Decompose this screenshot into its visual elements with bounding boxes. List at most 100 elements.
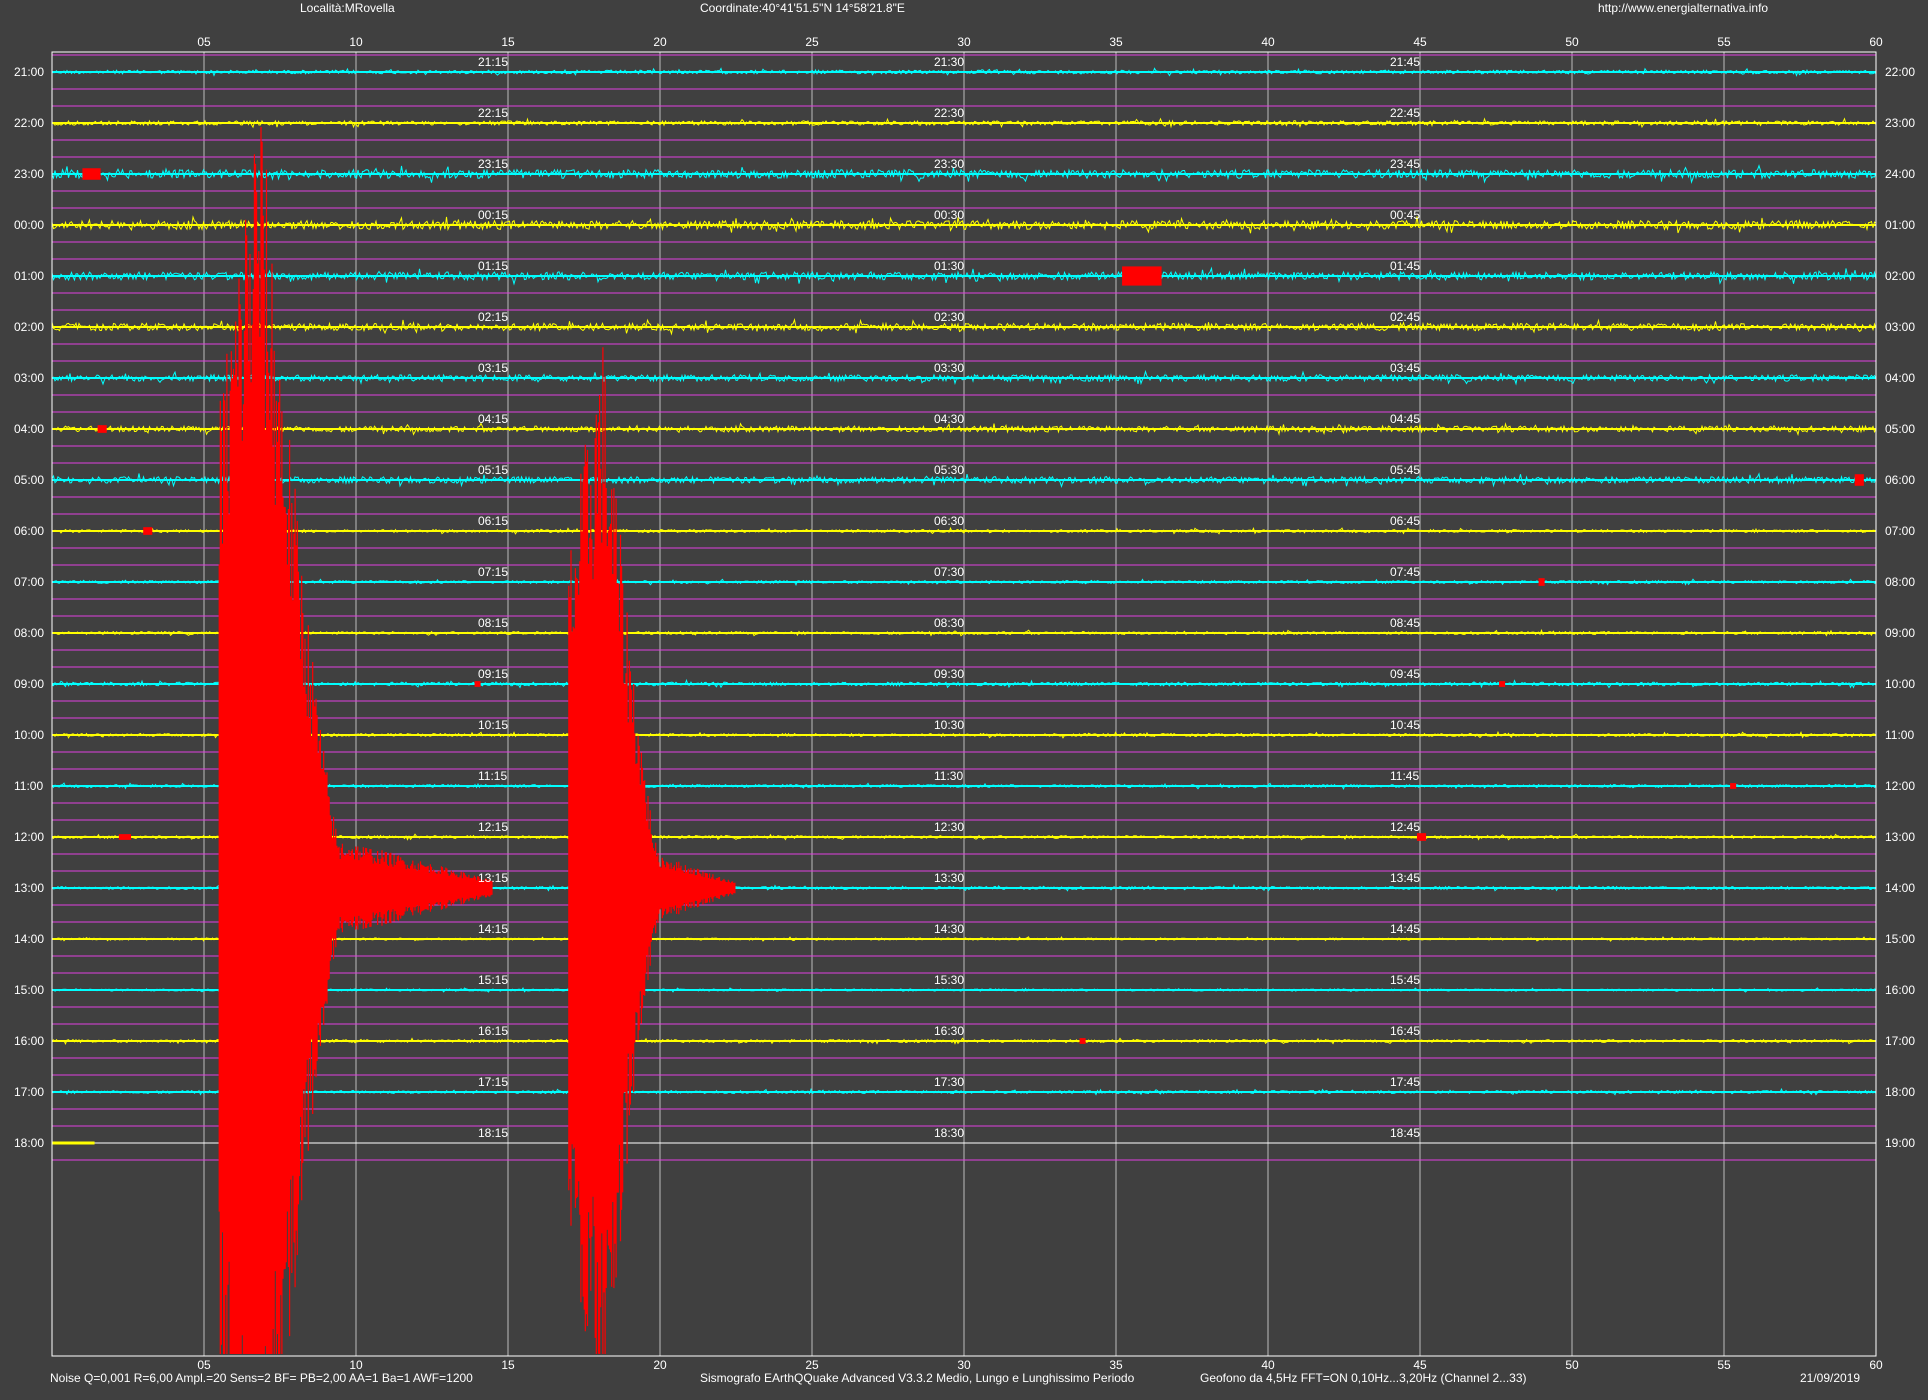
row-label-left: 22:00 — [14, 116, 44, 130]
row-label-left: 05:00 — [14, 473, 44, 487]
quarter-label: 04:30 — [934, 412, 964, 426]
row-label-right: 17:00 — [1885, 1034, 1915, 1048]
row-label-right: 07:00 — [1885, 524, 1915, 538]
quarter-label: 10:15 — [478, 718, 508, 732]
quarter-label: 03:15 — [478, 361, 508, 375]
row-label-left: 06:00 — [14, 524, 44, 538]
row-label-left: 21:00 — [14, 65, 44, 79]
x-tick-label-bottom: 50 — [1565, 1358, 1579, 1372]
row-label-right: 13:00 — [1885, 830, 1915, 844]
quarter-label: 06:30 — [934, 514, 964, 528]
quarter-label: 14:30 — [934, 922, 964, 936]
event-spike — [1854, 474, 1864, 486]
quarter-label: 18:45 — [1390, 1126, 1420, 1140]
header-website: http://www.energialternativa.info — [1598, 1, 1768, 15]
header-locality: Località:MRovella — [300, 1, 395, 15]
quarter-label: 12:30 — [934, 820, 964, 834]
row-label-left: 00:00 — [14, 218, 44, 232]
x-tick-label-bottom: 55 — [1717, 1358, 1731, 1372]
x-tick-label-top: 30 — [957, 35, 971, 49]
quarter-label: 13:45 — [1390, 871, 1420, 885]
quarter-label: 05:30 — [934, 463, 964, 477]
quarter-label: 08:30 — [934, 616, 964, 630]
quarter-label: 15:15 — [478, 973, 508, 987]
quarter-label: 22:30 — [934, 106, 964, 120]
x-tick-label-top: 15 — [501, 35, 515, 49]
row-label-left: 02:00 — [14, 320, 44, 334]
quarter-label: 09:30 — [934, 667, 964, 681]
quarter-label: 02:45 — [1390, 310, 1420, 324]
row-label-right: 08:00 — [1885, 575, 1915, 589]
x-tick-label-top: 10 — [349, 35, 363, 49]
quarter-label: 06:15 — [478, 514, 508, 528]
row-label-left: 14:00 — [14, 932, 44, 946]
row-label-right: 10:00 — [1885, 677, 1915, 691]
row-label-left: 08:00 — [14, 626, 44, 640]
quarter-label: 21:15 — [478, 55, 508, 69]
quarter-label: 11:15 — [478, 769, 507, 783]
quarter-label: 14:45 — [1390, 922, 1420, 936]
event-spike — [1538, 578, 1545, 586]
quarter-label: 05:45 — [1390, 463, 1420, 477]
quarter-label: 00:15 — [478, 208, 508, 222]
quarter-label: 18:15 — [478, 1126, 508, 1140]
quarter-label: 00:45 — [1390, 208, 1420, 222]
row-label-left: 13:00 — [14, 881, 44, 895]
event-spike — [118, 834, 132, 840]
x-tick-label-bottom: 45 — [1413, 1358, 1427, 1372]
row-label-right: 06:00 — [1885, 473, 1915, 487]
footer-date: 21/09/2019 — [1800, 1371, 1860, 1385]
x-tick-label-bottom: 30 — [957, 1358, 971, 1372]
x-tick-label-bottom: 25 — [805, 1358, 819, 1372]
row-label-right: 15:00 — [1885, 932, 1915, 946]
event-spike — [97, 425, 107, 433]
quarter-label: 02:30 — [934, 310, 964, 324]
x-tick-label-bottom: 35 — [1109, 1358, 1123, 1372]
quarter-label: 04:45 — [1390, 412, 1420, 426]
x-tick-label-top: 35 — [1109, 35, 1123, 49]
quarter-label: 07:15 — [478, 565, 508, 579]
quarter-label: 07:45 — [1390, 565, 1420, 579]
seismogram: 05 05 10 10 15 15 20 20 25 25 30 30 35 35 40 40 45 45 50 50… — [0, 0, 1928, 1400]
row-label-left: 12:00 — [14, 830, 44, 844]
quarter-label: 03:30 — [934, 361, 964, 375]
row-label-left: 11:00 — [14, 779, 43, 793]
event-spike — [1730, 783, 1737, 789]
quarter-label: 03:45 — [1390, 361, 1420, 375]
row-label-left: 18:00 — [14, 1136, 44, 1150]
x-tick-label-bottom: 40 — [1261, 1358, 1275, 1372]
x-tick-label-top: 25 — [805, 35, 819, 49]
quarter-label: 07:30 — [934, 565, 964, 579]
quarter-label: 04:15 — [478, 412, 508, 426]
quarter-label: 02:15 — [478, 310, 508, 324]
row-label-left: 07:00 — [14, 575, 44, 589]
row-label-left: 03:00 — [14, 371, 44, 385]
row-label-right: 11:00 — [1885, 728, 1914, 742]
footer-sensor: Geofono da 4,5Hz FFT=ON 0,10Hz...3,20Hz … — [1200, 1371, 1527, 1385]
event-spike — [1079, 1038, 1086, 1044]
quarter-label: 08:15 — [478, 616, 508, 630]
x-tick-label-top: 60 — [1869, 35, 1883, 49]
quarter-label: 23:45 — [1390, 157, 1420, 171]
row-label-right: 04:00 — [1885, 371, 1915, 385]
x-tick-label-top: 20 — [653, 35, 667, 49]
quarter-label: 21:45 — [1390, 55, 1420, 69]
row-label-right: 09:00 — [1885, 626, 1915, 640]
quarter-label: 16:45 — [1390, 1024, 1420, 1038]
header-coordinates: Coordinate:40°41'51.5"N 14°58'21.8"E — [700, 1, 905, 15]
row-label-right: 02:00 — [1885, 269, 1915, 283]
x-tick-label-top: 05 — [197, 35, 211, 49]
x-tick-label-bottom: 10 — [349, 1358, 363, 1372]
quarter-label: 15:30 — [934, 973, 964, 987]
row-label-left: 01:00 — [14, 269, 44, 283]
quarter-label: 15:45 — [1390, 973, 1420, 987]
row-label-left: 10:00 — [14, 728, 44, 742]
quarter-label: 18:30 — [934, 1126, 964, 1140]
row-label-left: 09:00 — [14, 677, 44, 691]
event-spike — [143, 527, 153, 535]
quarter-label: 16:15 — [478, 1024, 508, 1038]
row-label-right: 14:00 — [1885, 881, 1915, 895]
quarter-label: 17:45 — [1390, 1075, 1420, 1089]
row-label-right: 16:00 — [1885, 983, 1915, 997]
quarter-label: 12:45 — [1390, 820, 1420, 834]
